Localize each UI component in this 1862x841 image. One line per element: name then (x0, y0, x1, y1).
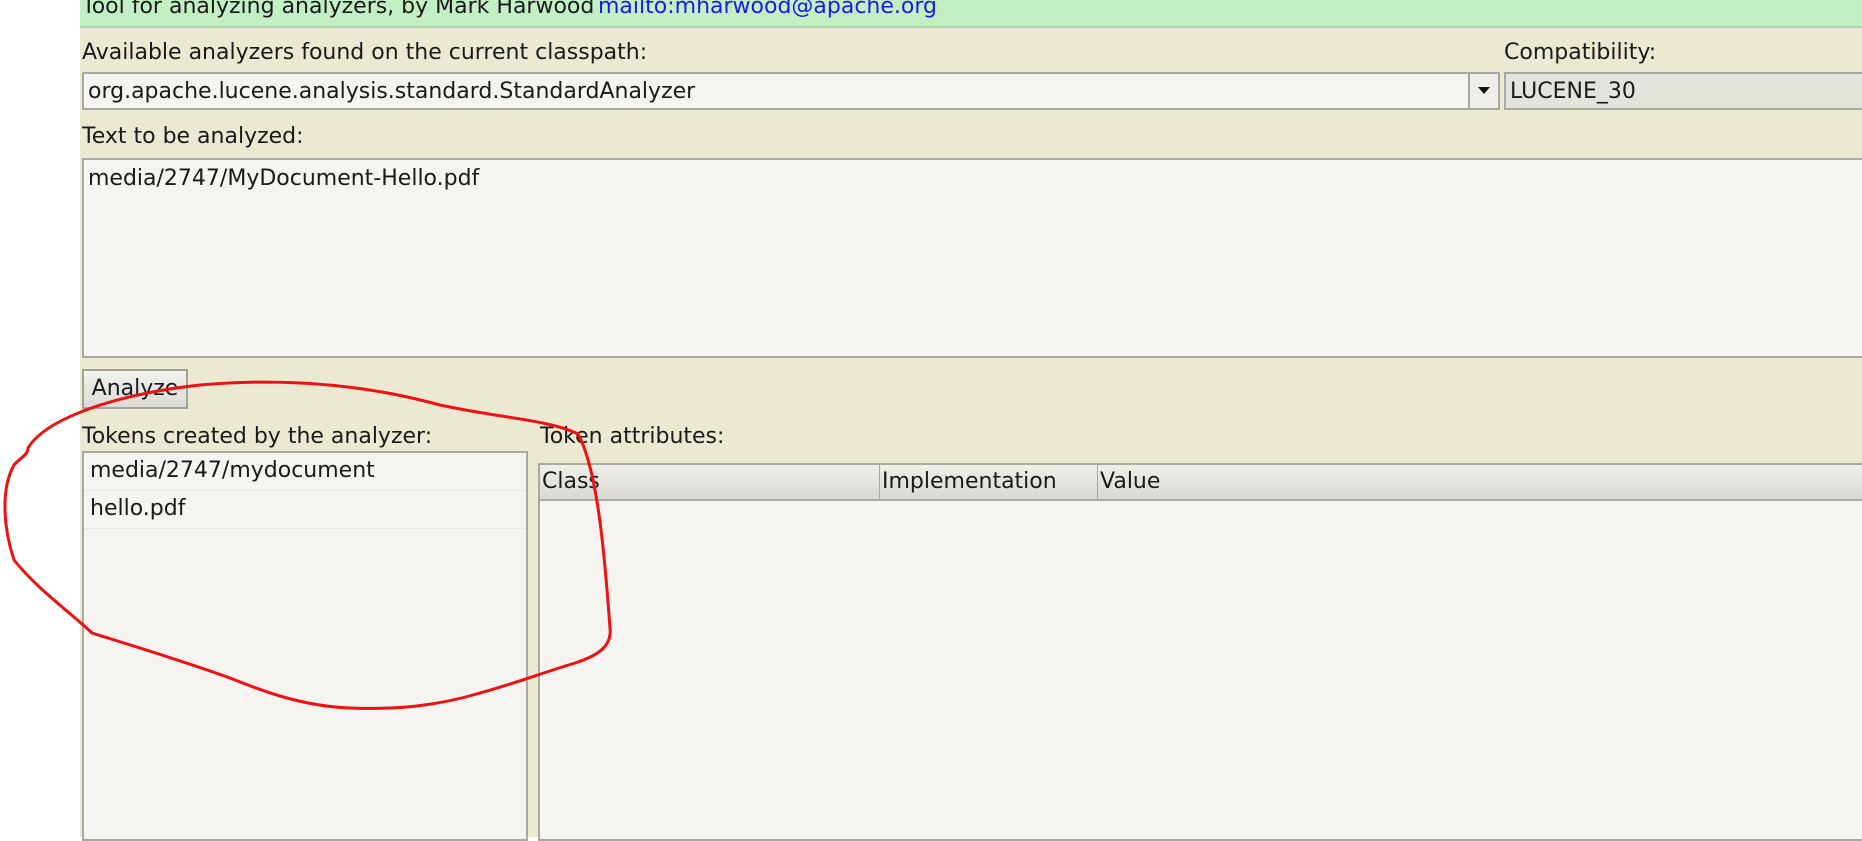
analyzer-window: Tool for analyzing analyzers, by Mark Ha… (80, 0, 1862, 841)
analyzer-select-label: Available analyzers found on the current… (82, 40, 648, 65)
table-header: Class Implementation Value (540, 465, 1862, 501)
column-header-value[interactable]: Value (1098, 465, 1862, 499)
token-text: hello.pdf (90, 496, 186, 521)
token-attributes-table[interactable]: Class Implementation Value (538, 463, 1862, 841)
analyzer-combobox[interactable]: org.apache.lucene.analysis.standard.Stan… (82, 72, 1500, 110)
chevron-down-icon (1478, 87, 1490, 94)
column-header-class[interactable]: Class (540, 465, 880, 499)
header-banner: Tool for analyzing analyzers, by Mark Ha… (80, 0, 1862, 28)
compatibility-combobox[interactable]: LUCENE_30 (1504, 72, 1862, 110)
column-header-label: Class (542, 469, 600, 494)
text-to-analyze-value: media/2747/MyDocument-Hello.pdf (88, 166, 480, 191)
tool-description: Tool for analyzing analyzers, by Mark Ha… (82, 0, 595, 19)
token-attributes-label: Token attributes: (540, 424, 725, 449)
column-header-label: Value (1100, 469, 1161, 494)
analyzer-dropdown-button[interactable] (1468, 74, 1498, 108)
text-input-label: Text to be analyzed: (82, 124, 304, 149)
analyzer-selected-value: org.apache.lucene.analysis.standard.Stan… (88, 79, 696, 104)
text-to-analyze-textarea[interactable]: media/2747/MyDocument-Hello.pdf (82, 158, 1862, 358)
tokens-list[interactable]: media/2747/mydocument hello.pdf (82, 451, 528, 841)
list-item[interactable]: hello.pdf (84, 491, 526, 529)
column-header-implementation[interactable]: Implementation (880, 465, 1098, 499)
token-text: media/2747/mydocument (90, 458, 375, 483)
list-item[interactable]: media/2747/mydocument (84, 453, 526, 491)
compatibility-label: Compatibility: (1504, 40, 1657, 65)
column-header-label: Implementation (882, 469, 1057, 494)
tokens-label: Tokens created by the analyzer: (82, 424, 433, 449)
author-email-link[interactable]: mailto:mharwood@apache.org (598, 0, 937, 22)
compatibility-selected-value: LUCENE_30 (1510, 79, 1636, 104)
analyze-button[interactable]: Analyze (82, 369, 188, 409)
